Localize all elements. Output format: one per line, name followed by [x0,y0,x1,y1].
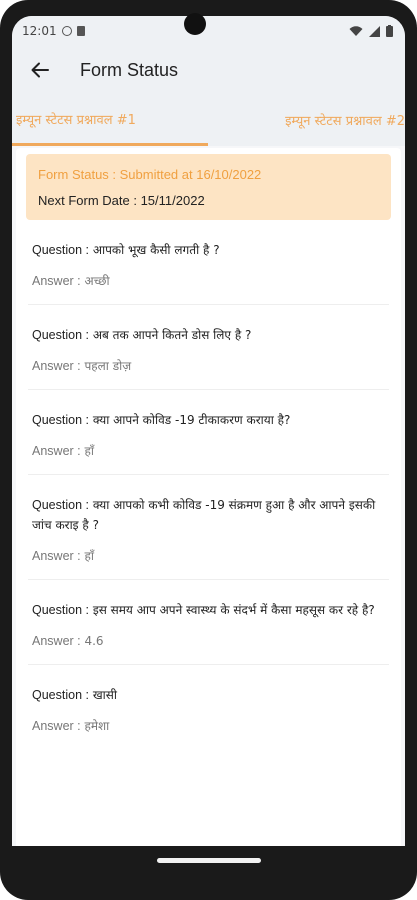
list-item: Question : इस समय आप अपने स्वास्थ्य के स… [28,580,389,665]
question-text: Question : क्या आपको कभी कोविड -19 संक्र… [32,495,385,535]
app-bar: Form Status [12,46,405,94]
answer-label: Answer : [32,444,81,458]
list-item: Question : आपको भूख कैसी लगती है ? Answe… [28,220,389,305]
question-label: Question : [32,498,89,512]
answer-label: Answer : [32,359,81,373]
question-text: Question : क्या आपने कोविड -19 टीकाकरण क… [32,410,385,430]
question-label: Question : [32,243,89,257]
next-form-date: Next Form Date : 15/11/2022 [38,193,205,208]
answer-text: Answer : 4.6 [32,632,385,650]
answer-text: Answer : पहला डोज़ [32,357,385,375]
question-label: Question : [32,688,89,702]
form-content: Form Status : Submitted at 16/10/2022 Ne… [16,148,401,850]
home-gesture-handle[interactable] [157,858,261,863]
tab-questionnaire-2[interactable]: इम्यून स्टेटस प्रश्नावल #2 [208,94,405,146]
question-text: Question : खासी [32,685,385,705]
battery-icon [386,25,393,37]
question-text: Question : इस समय आप अपने स्वास्थ्य के स… [32,600,385,620]
answer-text: Answer : हाँ [32,547,385,565]
status-time: 12:01 [22,24,57,38]
list-item: Question : क्या आपको कभी कोविड -19 संक्र… [28,475,389,580]
form-status-banner: Form Status : Submitted at 16/10/2022 Ne… [26,154,391,220]
question-value: खासी [92,688,117,702]
signal-icon [369,25,380,37]
answer-value: पहला डोज़ [84,359,132,373]
status-bar: 12:01 [12,16,405,46]
question-value: आपको भूख कैसी लगती है ? [92,243,220,257]
question-text: Question : अब तक आपने कितने डोस लिए है ? [32,325,385,345]
answer-value: 4.6 [84,634,104,648]
question-label: Question : [32,413,89,427]
answer-label: Answer : [32,274,81,288]
question-value: अब तक आपने कितने डोस लिए है ? [92,328,252,342]
tab-bar: इम्यून स्टेटस प्रश्नावल #1 इम्यून स्टेटस… [12,94,405,146]
list-item: Question : अब तक आपने कितने डोस लिए है ?… [28,305,389,390]
question-label: Question : [32,603,89,617]
sim-icon [76,26,85,36]
tab-questionnaire-1[interactable]: इम्यून स्टेटस प्रश्नावल #1 [12,94,208,146]
answer-label: Answer : [32,549,81,563]
list-item: Question : खासी Answer : हमेशा [28,665,389,749]
question-value: इस समय आप अपने स्वास्थ्य के संदर्भ में क… [92,603,375,617]
question-text: Question : आपको भूख कैसी लगती है ? [32,240,385,260]
answer-value: हाँ [84,549,94,563]
answer-text: Answer : हाँ [32,442,385,460]
dnd-icon [61,26,72,36]
screen: 12:01 Form Status इम्यून स्टेटस प्रश्नाव… [12,16,405,860]
wifi-icon [349,25,363,36]
phone-frame: 12:01 Form Status इम्यून स्टेटस प्रश्नाव… [0,0,417,900]
answer-text: Answer : अच्छी [32,272,385,290]
front-camera [184,13,206,35]
question-value: क्या आपने कोविड -19 टीकाकरण कराया है? [92,413,291,427]
form-status-text: Form Status : Submitted at 16/10/2022 [38,167,262,182]
answer-label: Answer : [32,634,81,648]
answer-value: हाँ [84,444,94,458]
navigation-bar [12,846,405,876]
list-item: Question : क्या आपने कोविड -19 टीकाकरण क… [28,390,389,475]
answer-text: Answer : हमेशा [32,717,385,735]
answer-label: Answer : [32,719,81,733]
answer-value: हमेशा [84,719,110,733]
back-arrow-icon[interactable] [28,58,52,82]
question-label: Question : [32,328,89,342]
answer-value: अच्छी [84,274,110,288]
page-title: Form Status [80,59,179,80]
